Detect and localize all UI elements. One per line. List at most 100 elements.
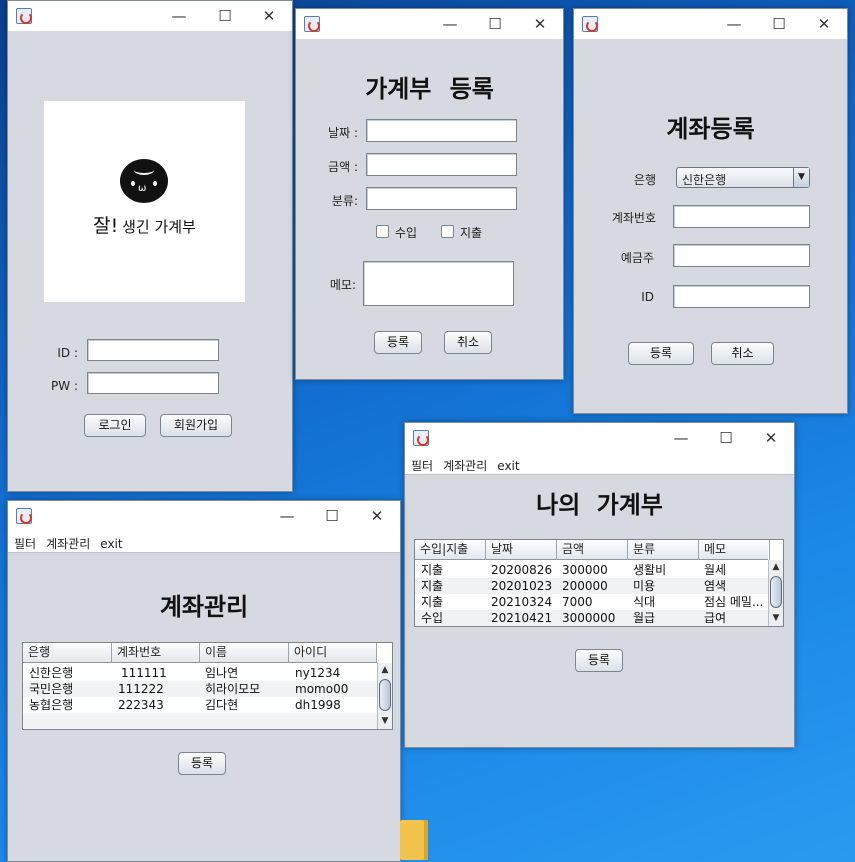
close-button[interactable]: ✕ [748, 423, 794, 453]
cell: 111111 [121, 666, 167, 680]
pw-input[interactable] [87, 372, 219, 394]
menu-account-mgmt[interactable]: 계좌관리 [437, 453, 491, 474]
cell: 임나연 [205, 666, 239, 680]
close-button[interactable]: ✕ [801, 9, 847, 39]
cell: 식대 [633, 595, 656, 609]
register-button[interactable]: 등록 [374, 331, 422, 354]
my-ledger-window: — ☐ ✕ 필터 계좌관리 exit 나의 가계부 수입|지출 날짜 금액 분류 메… [404, 422, 795, 748]
table-row[interactable]: 지출 20201023 200000 미용 염색 [415, 578, 768, 594]
column-header[interactable]: 아이디 [289, 643, 377, 663]
cell: 200000 [562, 579, 608, 593]
date-label: 날짜 : [328, 126, 358, 140]
category-input[interactable] [366, 187, 517, 210]
cell: 20210421 [491, 611, 553, 625]
scroll-down-icon[interactable]: ▼ [769, 611, 783, 626]
income-checkbox[interactable] [376, 225, 389, 238]
ledger-table: 수입|지출 날짜 금액 분류 메모 지출 20200826 300000 생활비… [414, 539, 784, 627]
close-button[interactable]: ✕ [354, 501, 400, 531]
cell: 20201023 [491, 579, 553, 593]
cell: 7000 [562, 595, 593, 609]
maximize-button[interactable]: ☐ [202, 1, 248, 31]
table-row[interactable]: 신한은행 111111 임나연 ny1234 [23, 665, 377, 681]
close-button[interactable]: ✕ [246, 1, 292, 31]
scroll-thumb[interactable] [379, 679, 391, 711]
table-row[interactable]: 농협은행 222343 김다현 dh1998 [23, 697, 377, 713]
title-bar: — ☐ ✕ [405, 423, 794, 453]
id-input[interactable] [87, 339, 219, 361]
ledger-register-window: — ☐ ✕ 가계부 등록 날짜 : 금액 : 분류: 수입 지출 메모: 등록 … [295, 8, 564, 380]
table-header: 수입|지출 날짜 금액 분류 메모 [415, 540, 770, 560]
menu-filter[interactable]: 필터 [405, 453, 437, 474]
account-management-window: — ☐ ✕ 필터 계좌관리 exit 계좌관리 은행 계좌번호 이름 아이디 신한은… [7, 500, 401, 862]
minimize-button[interactable]: — [711, 9, 757, 39]
account-number-input[interactable] [673, 205, 810, 228]
java-icon [16, 8, 32, 24]
cell: 생활비 [633, 563, 667, 577]
chevron-down-icon[interactable]: ▼ [793, 168, 809, 187]
register-button[interactable]: 등록 [575, 649, 623, 672]
cancel-button[interactable]: 취소 [444, 331, 492, 354]
menu-exit[interactable]: exit [94, 533, 126, 551]
maximize-button[interactable]: ☐ [309, 501, 355, 531]
amount-input[interactable] [366, 153, 517, 176]
cancel-button[interactable]: 취소 [711, 342, 774, 365]
table-row[interactable]: 국민은행 111222 히라이모모 momo00 [23, 681, 377, 697]
scroll-up-icon[interactable]: ▲ [378, 663, 392, 678]
id-label: ID : [57, 346, 78, 360]
account-register-window: — ☐ ✕ 계좌등록 은행 신한은행 ▼ 계좌번호 예금주 ID 등록 취소 [573, 8, 848, 414]
minimize-button[interactable]: — [427, 9, 473, 39]
date-input[interactable] [366, 119, 517, 142]
close-button[interactable]: ✕ [517, 9, 563, 39]
vertical-scrollbar[interactable]: ▲ ▼ [768, 560, 783, 626]
vertical-scrollbar[interactable]: ▲ ▼ [377, 663, 392, 729]
menu-exit[interactable]: exit [491, 455, 523, 473]
bank-select[interactable]: 신한은행 ▼ [676, 167, 810, 188]
column-header[interactable]: 이름 [200, 643, 289, 663]
cell: 3000000 [562, 611, 616, 625]
memo-textarea[interactable] [363, 261, 514, 306]
pw-label: PW : [51, 379, 78, 393]
scroll-thumb[interactable] [770, 576, 782, 608]
column-header[interactable]: 메모 [699, 540, 770, 560]
title-bar: — ☐ ✕ [296, 9, 563, 39]
app-logo: ω 잘! 생긴 가계부 [44, 101, 245, 302]
minimize-button[interactable]: — [658, 423, 704, 453]
column-header[interactable]: 수입|지출 [415, 540, 486, 560]
column-header[interactable]: 금액 [557, 540, 628, 560]
column-header[interactable]: 계좌번호 [112, 643, 200, 663]
amount-label: 금액 : [328, 160, 358, 174]
java-icon [16, 508, 32, 524]
folder-icon[interactable] [400, 820, 428, 860]
title-bar: — ☐ ✕ [574, 9, 847, 39]
java-icon [413, 430, 429, 446]
register-button[interactable]: 등록 [178, 752, 226, 775]
cell: 국민은행 [29, 682, 74, 696]
table-row[interactable]: 지출 20210324 7000 식대 점심 메밀... [415, 594, 768, 610]
maximize-button[interactable]: ☐ [756, 9, 802, 39]
minimize-button[interactable]: — [156, 1, 202, 31]
category-label: 분류: [331, 194, 358, 208]
maximize-button[interactable]: ☐ [472, 9, 518, 39]
table-row[interactable]: 수입 20210421 3000000 월급 급여 [415, 610, 768, 626]
menu-filter[interactable]: 필터 [8, 531, 40, 552]
cell: 신한은행 [29, 666, 74, 680]
menu-account-mgmt[interactable]: 계좌관리 [40, 531, 94, 552]
title-bar: — ☐ ✕ [8, 501, 400, 531]
id-input[interactable] [673, 285, 810, 308]
cell: 김다현 [205, 698, 239, 712]
scroll-up-icon[interactable]: ▲ [769, 560, 783, 575]
logo-text-small: 생긴 가계부 [122, 218, 196, 236]
column-header[interactable]: 날짜 [486, 540, 557, 560]
signup-button[interactable]: 회원가입 [160, 414, 232, 437]
column-header[interactable]: 은행 [23, 643, 112, 663]
login-button[interactable]: 로그인 [84, 414, 146, 437]
column-header[interactable]: 분류 [628, 540, 699, 560]
register-button[interactable]: 등록 [628, 342, 694, 365]
table-row[interactable]: 지출 20200826 300000 생활비 월세 [415, 562, 768, 578]
java-icon [304, 16, 320, 32]
holder-input[interactable] [673, 244, 810, 267]
maximize-button[interactable]: ☐ [703, 423, 749, 453]
minimize-button[interactable]: — [264, 501, 310, 531]
expense-checkbox[interactable] [441, 225, 454, 238]
scroll-down-icon[interactable]: ▼ [378, 714, 392, 729]
